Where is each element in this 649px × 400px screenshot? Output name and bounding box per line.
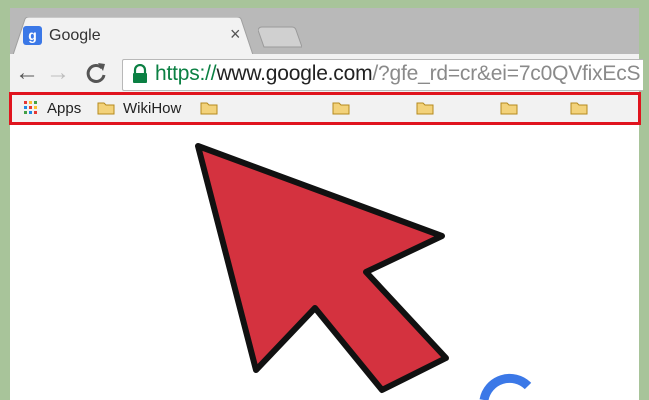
cursor-arrow-icon — [195, 143, 449, 393]
google-logo-partial — [479, 373, 532, 400]
